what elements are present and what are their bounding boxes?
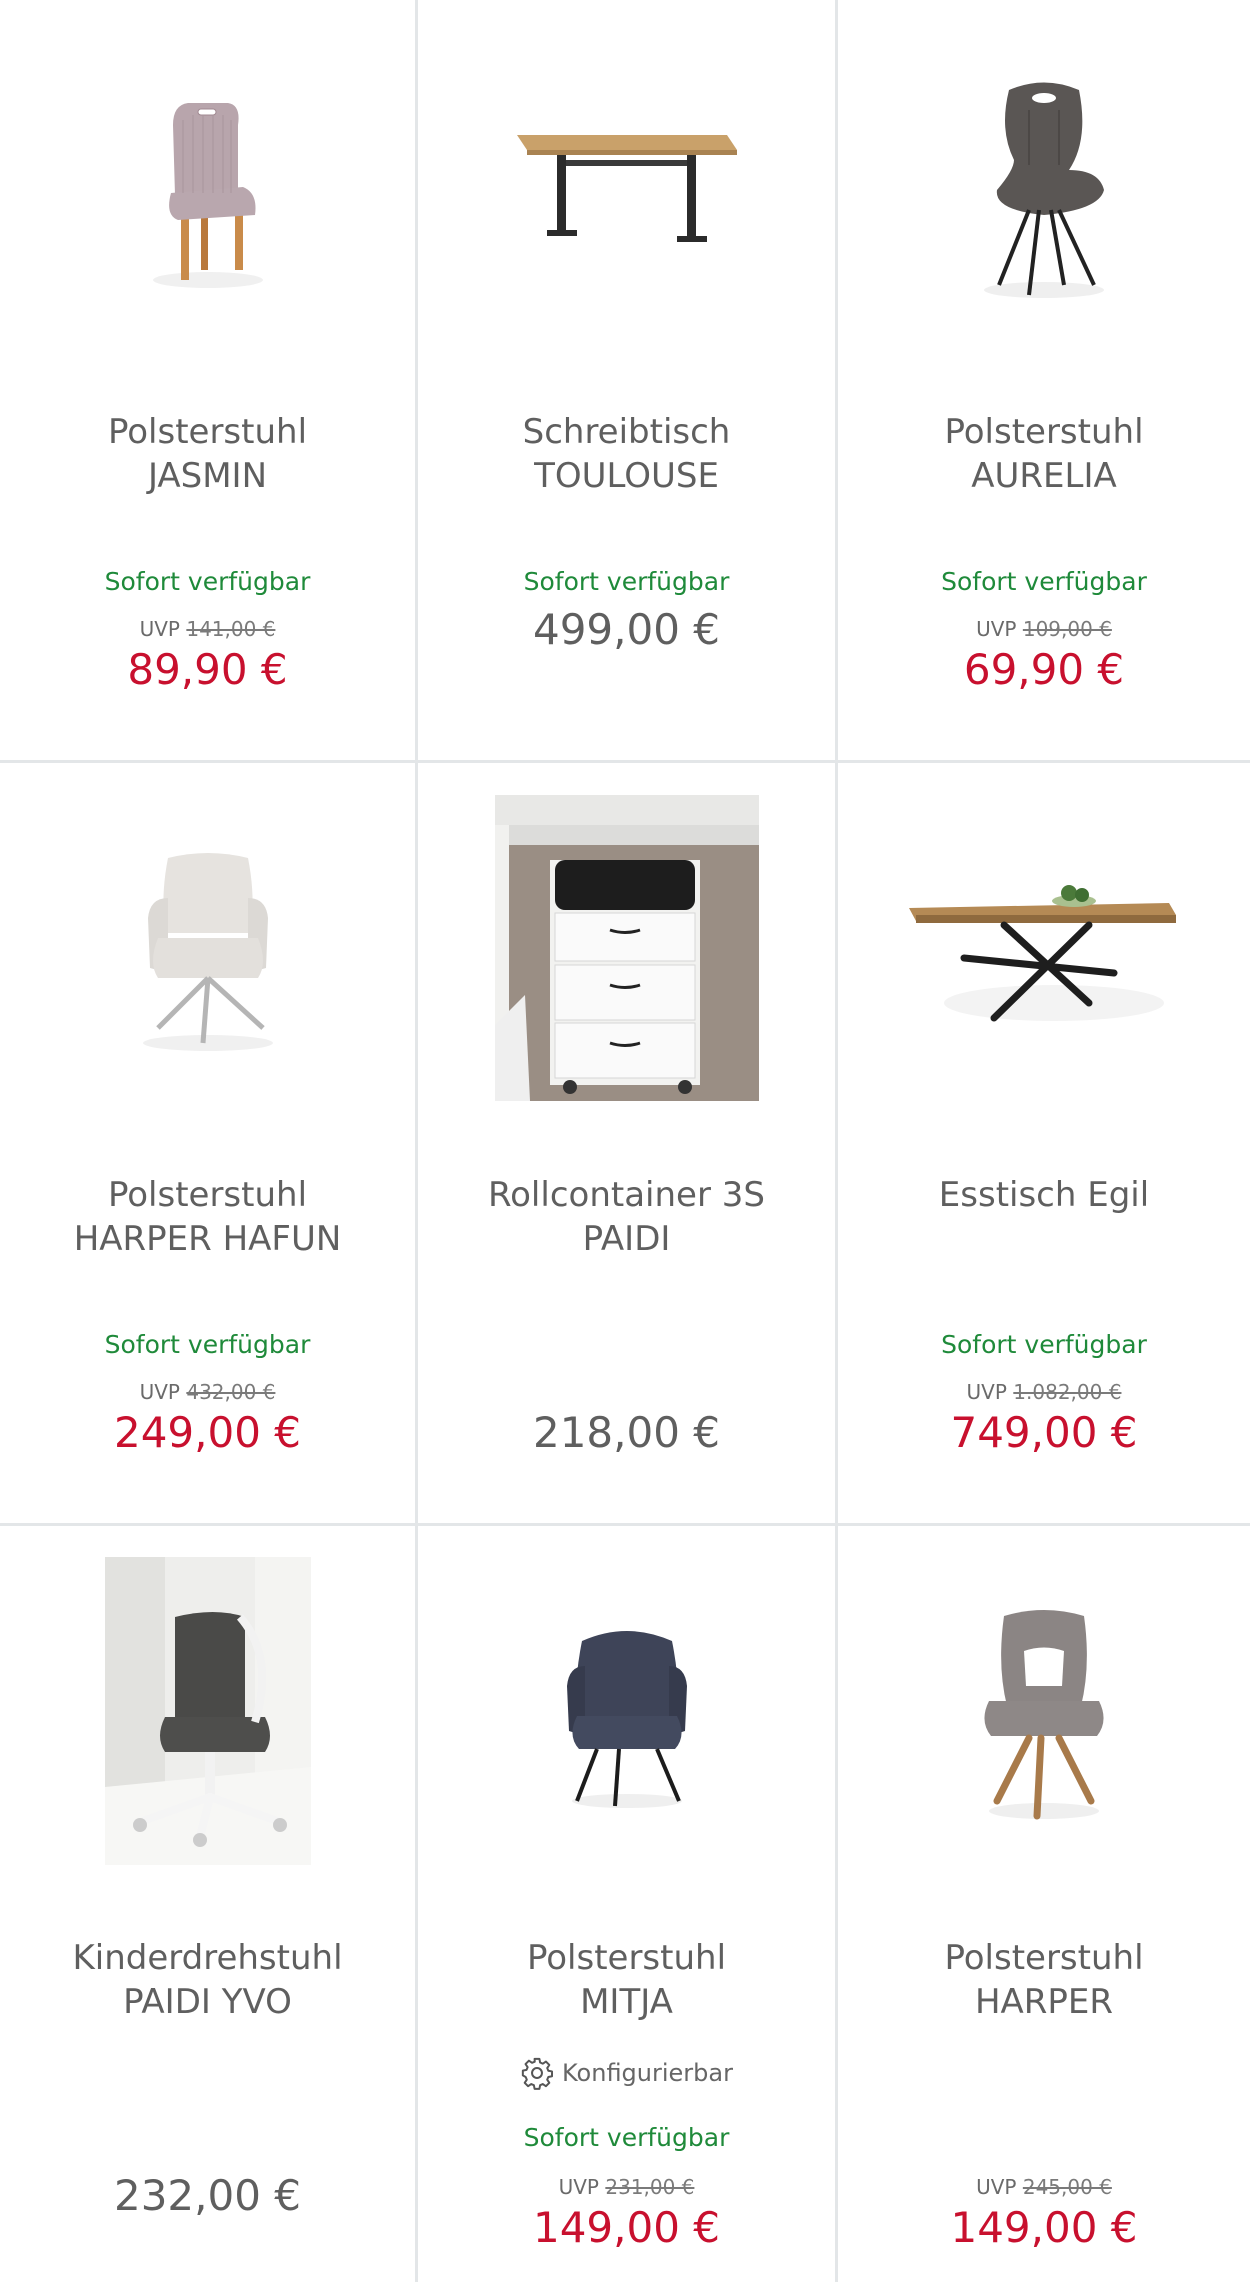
- product-image[interactable]: [418, 1526, 835, 1896]
- kids-swivel-chair-photo: [104, 1557, 311, 1865]
- dining-table-icon: [909, 885, 1176, 1022]
- product-image[interactable]: [0, 0, 415, 370]
- product-image[interactable]: [418, 763, 835, 1133]
- gear-icon: [521, 2057, 554, 2090]
- uvp-price: UVP 432,00 €: [139, 1380, 276, 1404]
- product-tile[interactable]: Polsterstuhl MITJA Konfigurierbar Sofort …: [418, 1526, 838, 2282]
- availability-label: Sofort verfügbar: [941, 567, 1147, 596]
- product-name[interactable]: Esstisch Egil: [848, 1173, 1240, 1217]
- product-image[interactable]: [418, 0, 835, 370]
- sale-price: 749,00 €: [950, 1408, 1138, 1457]
- product-image[interactable]: [838, 763, 1250, 1133]
- availability-label: Sofort verfügbar: [523, 2123, 730, 2152]
- sale-price: 249,00 €: [113, 1408, 302, 1457]
- uvp-price: UVP 141,00 €: [139, 617, 276, 641]
- product-tile[interactable]: Rollcontainer 3S PAIDI 218,00 €: [418, 763, 838, 1526]
- configurable-label: Konfigurierbar: [562, 2059, 733, 2087]
- product-tile[interactable]: Esstisch Egil Sofort verfügbar UVP 1.082…: [838, 763, 1250, 1526]
- sale-price: 69,90 €: [963, 645, 1125, 694]
- uvp-price: UVP 109,00 €: [976, 617, 1112, 641]
- product-name[interactable]: Rollcontainer 3S PAIDI: [428, 1173, 825, 1261]
- configurable-badge: Konfigurierbar: [418, 2056, 835, 2090]
- product-image[interactable]: [0, 763, 415, 1133]
- product-grid: Polsterstuhl JASMIN Sofort verfügbar UVP …: [0, 0, 1250, 2282]
- uvp-price: UVP 245,00 €: [976, 2175, 1112, 2199]
- upholstered-chair-icon: [984, 1610, 1104, 1820]
- product-tile[interactable]: Polsterstuhl HARPER UVP 245,00 € 149,00 €: [838, 1526, 1250, 2282]
- product-tile[interactable]: Polsterstuhl AURELIA Sofort verfügbar UVP…: [838, 0, 1250, 763]
- product-name[interactable]: Polsterstuhl AURELIA: [848, 410, 1240, 498]
- product-tile[interactable]: Schreibtisch TOULOUSE Sofort verfügbar 49…: [418, 0, 838, 763]
- desk-icon: [516, 135, 737, 242]
- uvp-price: UVP 1.082,00 €: [966, 1380, 1122, 1404]
- product-name[interactable]: Kinderdrehstuhl PAIDI YVO: [10, 1936, 405, 2024]
- availability-label: Sofort verfügbar: [523, 567, 730, 596]
- product-name[interactable]: Polsterstuhl HARPER HAFUN: [10, 1173, 405, 1261]
- product-name[interactable]: Polsterstuhl JASMIN: [10, 410, 405, 498]
- product-tile[interactable]: Polsterstuhl HARPER HAFUN Sofort verfügba…: [0, 763, 418, 1526]
- regular-price: 218,00 €: [532, 1408, 721, 1457]
- upholstered-chair-icon: [152, 103, 263, 288]
- product-image[interactable]: [838, 1526, 1250, 1896]
- armchair-icon: [142, 853, 273, 1051]
- product-tile[interactable]: Kinderdrehstuhl PAIDI YVO 232,00 €: [0, 1526, 418, 2282]
- upholstered-chair-icon: [984, 82, 1104, 298]
- sale-price: 149,00 €: [532, 2203, 721, 2252]
- availability-label: Sofort verfügbar: [104, 567, 311, 596]
- availability-label: Sofort verfügbar: [104, 1330, 311, 1359]
- rolling-container-photo: [494, 795, 759, 1101]
- product-name[interactable]: Polsterstuhl HARPER: [848, 1936, 1240, 2024]
- product-name[interactable]: Schreibtisch TOULOUSE: [428, 410, 825, 498]
- upholstered-chair-icon: [566, 1631, 687, 1808]
- uvp-price: UVP 231,00 €: [558, 2175, 695, 2199]
- availability-label: Sofort verfügbar: [941, 1330, 1147, 1359]
- sale-price: 149,00 €: [950, 2203, 1138, 2252]
- product-image[interactable]: [0, 1526, 415, 1896]
- product-tile[interactable]: Polsterstuhl JASMIN Sofort verfügbar UVP …: [0, 0, 418, 763]
- product-image[interactable]: [838, 0, 1250, 370]
- regular-price: 499,00 €: [532, 605, 721, 654]
- product-name[interactable]: Polsterstuhl MITJA: [428, 1936, 825, 2024]
- sale-price: 89,90 €: [127, 645, 288, 694]
- regular-price: 232,00 €: [113, 2171, 302, 2220]
